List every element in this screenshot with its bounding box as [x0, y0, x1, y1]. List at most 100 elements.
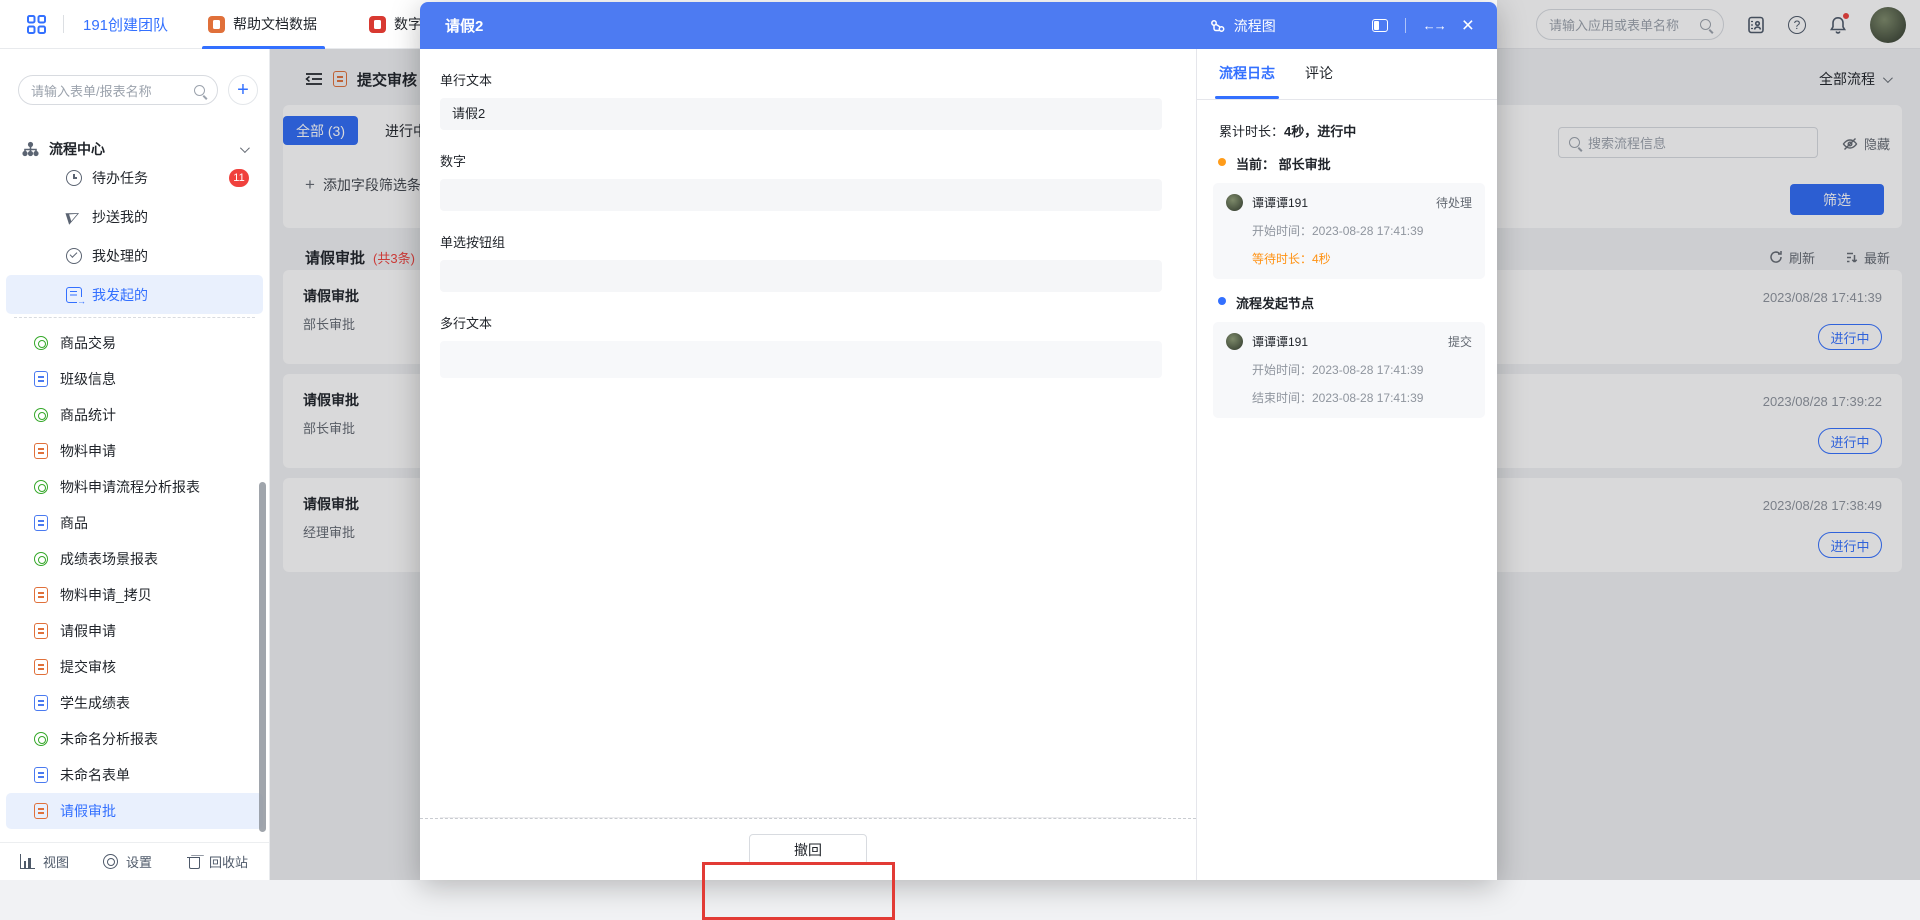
form-item-icon: [34, 695, 48, 711]
node-time-line: 等待时长：4秒: [1252, 250, 1472, 267]
node-time-line: 开始时间：2023-08-28 17:41:39: [1252, 222, 1472, 239]
form-item-icon: [34, 659, 48, 675]
sidebar-form-item[interactable]: 班级信息: [6, 361, 263, 397]
node-action-status: 待处理: [1436, 194, 1472, 211]
chevron-down-icon: [240, 143, 250, 153]
summary-status: ，进行中: [1304, 124, 1356, 139]
app-tab[interactable]: 帮助文档数据: [208, 0, 317, 49]
field-value[interactable]: 请假2: [440, 98, 1162, 130]
form-item-icon: [34, 587, 48, 603]
modal-header: 请假2 流程图 ←→ ×: [420, 2, 1497, 49]
field-label: 单行文本: [440, 70, 1176, 89]
form-detail: 单行文本 请假2 数字 单选按钮组 多行文本: [420, 49, 1196, 880]
form-item-label: 商品统计: [60, 405, 249, 425]
footer-item-icon: [186, 854, 201, 869]
footer-item-icon: [103, 854, 118, 869]
timeline-node: 流程发起节点 谭谭谭191 提交 开始时间：2023-08-28 17:41:3…: [1197, 293, 1484, 432]
sidebar-footer: 视图 设置 回收站: [0, 842, 269, 880]
form-item-label: 请假申请: [60, 621, 249, 641]
flowchart-button[interactable]: 流程图: [1210, 16, 1372, 36]
field-value[interactable]: [440, 260, 1162, 292]
form-fields: 单行文本 请假2 数字 单选按钮组 多行文本: [420, 49, 1196, 817]
sidebar-footer-item[interactable]: 视图: [20, 852, 69, 871]
timeline-dot: [1218, 158, 1226, 166]
add-form-button[interactable]: +: [228, 75, 258, 105]
form-item-icon: [34, 515, 48, 531]
sidebar-form-item[interactable]: 请假审批: [6, 793, 263, 829]
field-value[interactable]: [440, 341, 1162, 378]
sidebar-scrollbar[interactable]: [259, 482, 266, 832]
sidebar-form-item[interactable]: 提交审核: [6, 649, 263, 685]
app-tab[interactable]: 数字: [369, 0, 422, 49]
sidebar-search-input[interactable]: 请输入表单/报表名称: [18, 75, 218, 105]
sidebar-form-item[interactable]: 商品交易: [6, 325, 263, 361]
form-field: 多行文本: [440, 313, 1176, 378]
nav-item-icon: [66, 287, 82, 303]
form-item-icon: [34, 336, 48, 350]
log-panel-tab[interactable]: 评论: [1305, 63, 1333, 99]
sidebar-process-item[interactable]: 我发起的: [6, 275, 263, 314]
log-panel-tab[interactable]: 流程日志: [1219, 63, 1275, 99]
form-item-icon: [34, 371, 48, 387]
nav-item-label: 我处理的: [92, 246, 249, 266]
modal-title: 请假2: [445, 15, 1210, 36]
sidebar: 请输入表单/报表名称 + 流程中心 待办任务 11 抄送我的 我: [0, 49, 270, 880]
form-item-label: 班级信息: [60, 369, 249, 389]
form-item-label: 物料申请: [60, 441, 249, 461]
sidebar-process-item[interactable]: 抄送我的: [6, 197, 263, 236]
sidebar-process-item[interactable]: 我处理的: [6, 236, 263, 275]
search-icon: [194, 85, 205, 96]
sidebar-footer-item[interactable]: 设置: [103, 852, 152, 871]
form-field: 单选按钮组: [440, 232, 1176, 292]
sidebar-form-item[interactable]: 学生成绩表: [6, 685, 263, 721]
log-panel-tabs: 流程日志 评论: [1197, 49, 1497, 100]
log-tab-label: 评论: [1305, 65, 1333, 81]
log-timeline: 当前： 部长审批 谭谭谭191 待处理 开始时间：2023-08-28 17:4…: [1197, 154, 1497, 432]
sidebar-form-item[interactable]: 物料申请流程分析报表: [6, 469, 263, 505]
form-item-icon: [34, 803, 48, 819]
close-icon[interactable]: ×: [1462, 15, 1474, 36]
sidebar-form-item[interactable]: 未命名表单: [6, 757, 263, 793]
nav-item-icon: [66, 209, 82, 225]
team-name[interactable]: 191创建团队: [83, 14, 168, 35]
header-divider: [1405, 18, 1406, 33]
footer-item-label: 回收站: [209, 852, 248, 871]
sidebar-form-item[interactable]: 未命名分析报表: [6, 721, 263, 757]
sidebar-form-item[interactable]: 商品: [6, 505, 263, 541]
process-nav-list: 待办任务 11 抄送我的 我处理的 我发起的: [0, 158, 269, 314]
summary-prefix: 累计时长：: [1219, 124, 1284, 139]
log-tab-label: 流程日志: [1219, 65, 1275, 81]
footer-item-label: 视图: [43, 852, 69, 871]
sidebar-form-item[interactable]: 商品统计: [6, 397, 263, 433]
field-label: 多行文本: [440, 313, 1176, 332]
section-label: 流程中心: [49, 139, 105, 159]
node-title: 流程发起节点: [1236, 293, 1484, 312]
sidebar-footer-item[interactable]: 回收站: [186, 852, 248, 871]
log-summary: 累计时长：4秒，进行中: [1197, 100, 1497, 154]
sidebar-form-item[interactable]: 物料申请: [6, 433, 263, 469]
node-time-line: 开始时间：2023-08-28 17:41:39: [1252, 361, 1472, 378]
field-value[interactable]: [440, 179, 1162, 211]
sidebar-form-item[interactable]: 成绩表场景报表: [6, 541, 263, 577]
expand-icon[interactable]: ←→: [1423, 18, 1445, 33]
avatar: [1226, 194, 1243, 211]
apps-grid-icon[interactable]: [26, 14, 47, 35]
sidebar-divider: [14, 317, 255, 318]
app-tab-label: 帮助文档数据: [233, 14, 317, 34]
node-time-line: 结束时间：2023-08-28 17:41:39: [1252, 389, 1472, 406]
sidebar-process-item[interactable]: 待办任务 11: [6, 158, 263, 197]
form-item-label: 提交审核: [60, 657, 249, 677]
topbar-divider: [63, 15, 64, 33]
form-item-label: 商品: [60, 513, 249, 533]
form-item-label: 未命名分析报表: [60, 729, 249, 749]
form-item-label: 未命名表单: [60, 765, 249, 785]
toggle-panel-icon[interactable]: [1372, 19, 1388, 32]
form-item-icon: [34, 552, 48, 566]
sidebar-form-item[interactable]: 请假申请: [6, 613, 263, 649]
sidebar-form-item[interactable]: 物料申请_拷贝: [6, 577, 263, 613]
field-label: 单选按钮组: [440, 232, 1176, 251]
withdraw-button[interactable]: 撤回: [749, 834, 867, 865]
field-label: 数字: [440, 151, 1176, 170]
nav-item-label: 抄送我的: [92, 207, 249, 227]
app-icon: [369, 16, 386, 33]
